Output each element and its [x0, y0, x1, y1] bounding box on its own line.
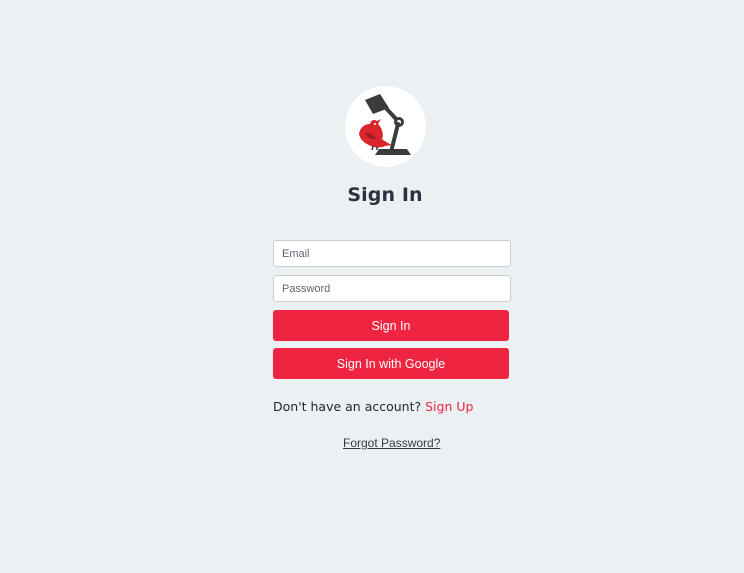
- google-sign-in-button[interactable]: Sign In with Google: [273, 348, 509, 379]
- signup-row: Don't have an account? Sign Up: [273, 399, 473, 414]
- app-logo: [345, 86, 426, 167]
- email-input[interactable]: [273, 240, 511, 267]
- page-title: Sign In: [347, 184, 423, 206]
- password-input[interactable]: [273, 275, 511, 302]
- lamp-bird-logo-icon: [359, 94, 411, 155]
- sign-up-link[interactable]: Sign Up: [425, 399, 473, 414]
- signup-prompt: Don't have an account?: [273, 399, 422, 414]
- sign-in-button[interactable]: Sign In: [273, 310, 509, 341]
- forgot-password-link[interactable]: Forgot Password?: [343, 436, 440, 450]
